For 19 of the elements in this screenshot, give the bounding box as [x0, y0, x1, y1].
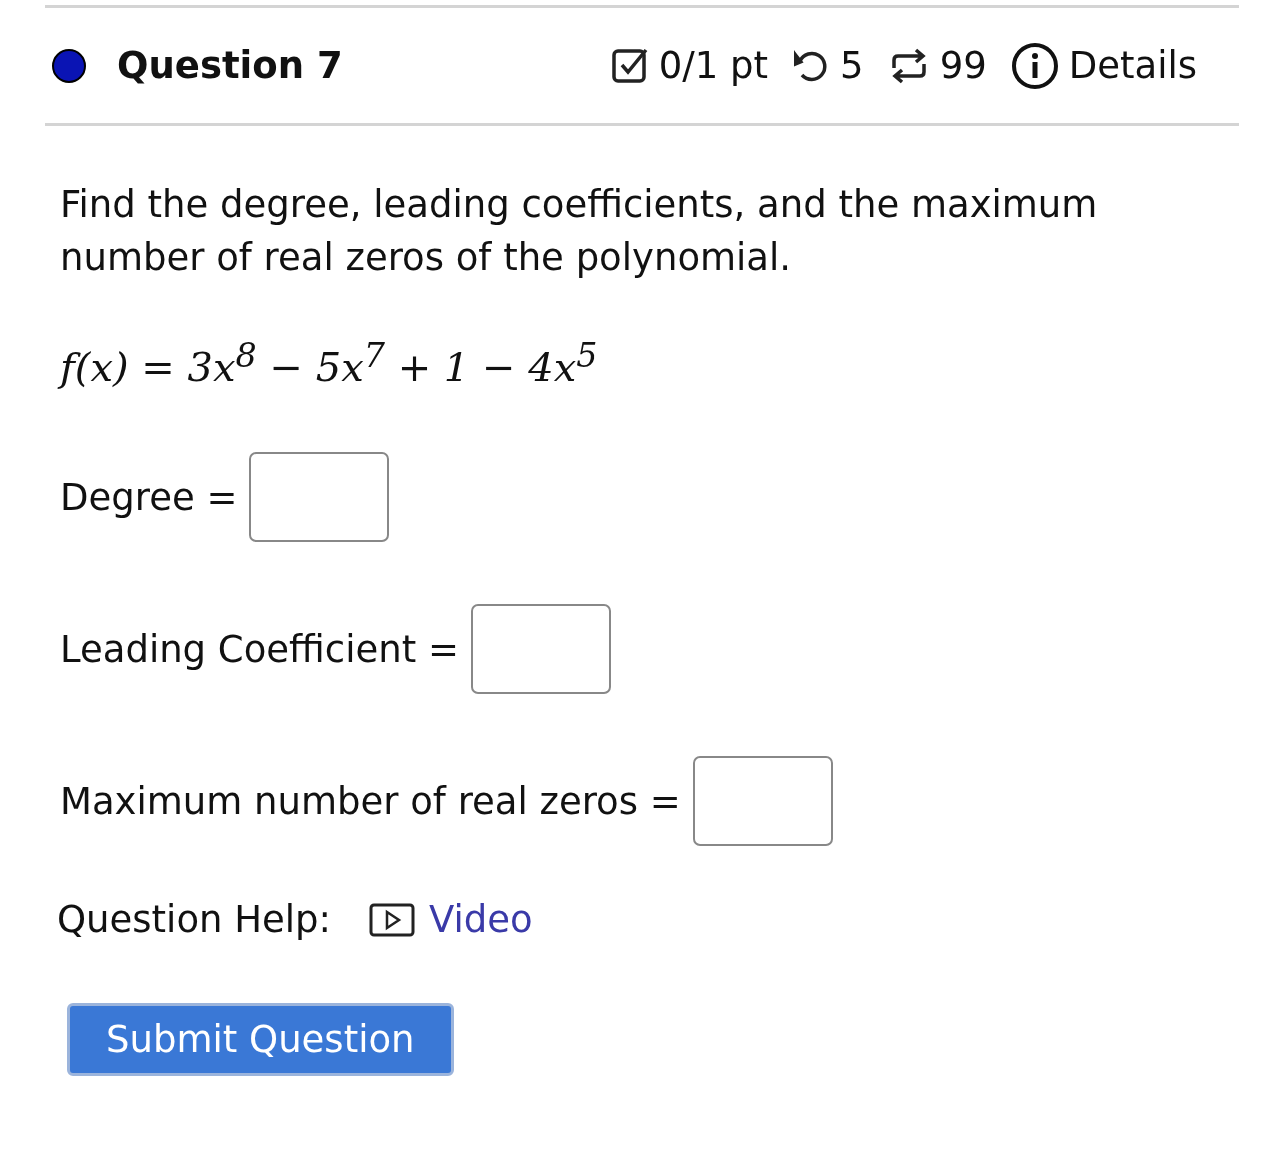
answer-label: Degree =: [60, 475, 238, 519]
video-icon[interactable]: [369, 902, 416, 937]
help-label: Question Help:: [57, 898, 332, 942]
video-link[interactable]: Video: [429, 898, 533, 942]
answer-field[interactable]: [249, 452, 390, 543]
status-dot: [52, 48, 86, 83]
answer-label: Leading Coefficient =: [60, 627, 459, 671]
answer-field[interactable]: [471, 604, 611, 695]
details-link[interactable]: Details: [1068, 44, 1197, 87]
info-icon[interactable]: [1010, 41, 1059, 90]
answer-label: Maximum number of real zeros =: [60, 779, 681, 823]
question-title: Question 7: [117, 44, 343, 87]
attempts-count: 99: [939, 44, 987, 87]
retries-count: 5: [840, 44, 864, 87]
checkbox-icon: [610, 46, 649, 85]
question-text: Find the degree, leading coefficients, and the maximum number of real zeros of the polynomial.: [60, 182, 1099, 281]
submit-button[interactable]: Submit Question: [67, 1003, 454, 1077]
score-text: 0/1 pt: [658, 44, 769, 87]
answer-field[interactable]: [692, 756, 833, 847]
